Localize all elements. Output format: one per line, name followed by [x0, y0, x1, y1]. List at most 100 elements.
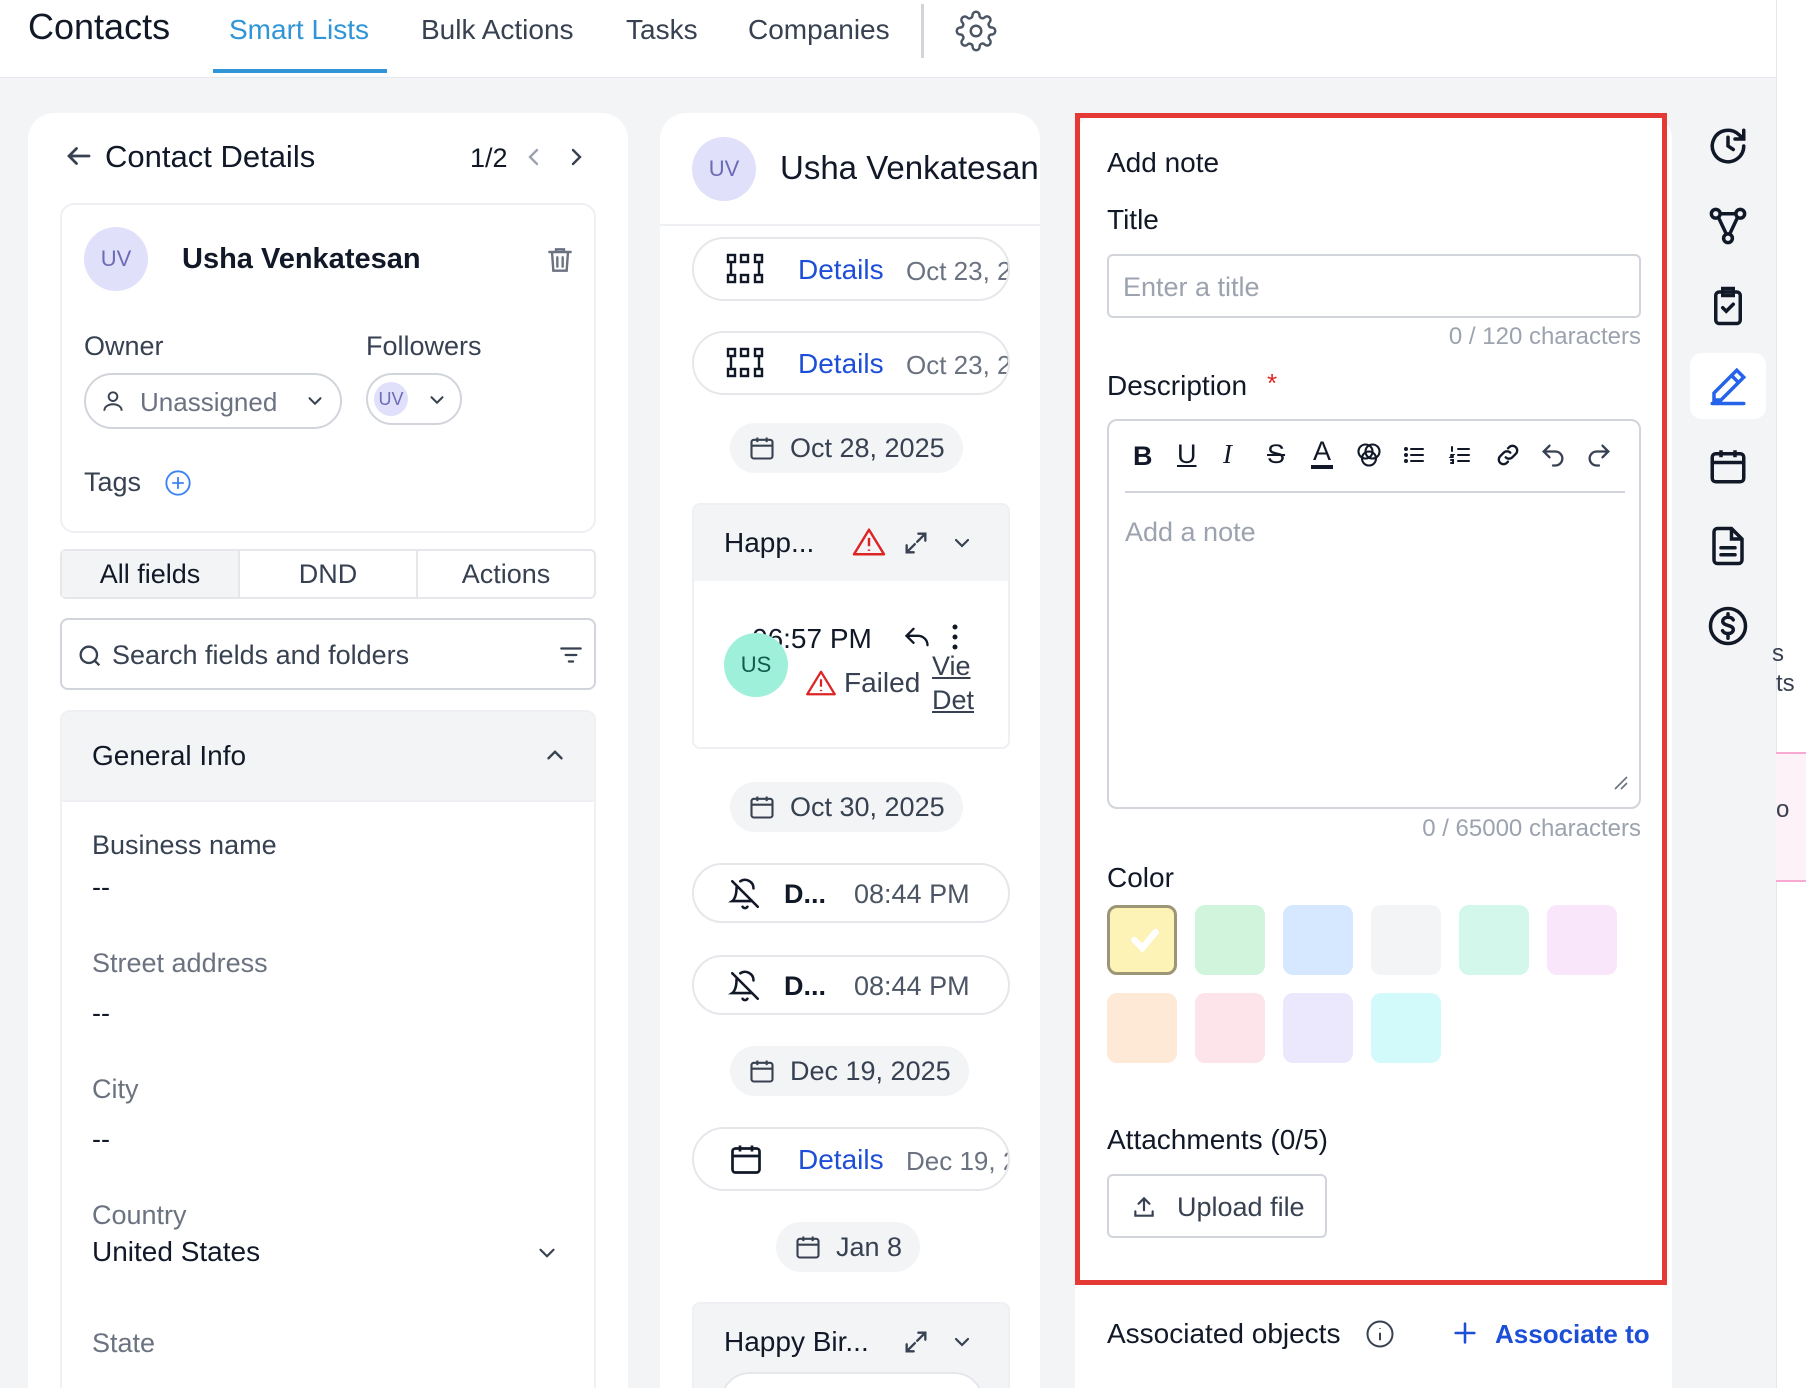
avatar: UV	[84, 227, 148, 291]
calendar-icon[interactable]	[1690, 433, 1766, 499]
reply-icon[interactable]	[902, 623, 932, 651]
chevron-left-icon[interactable]	[522, 145, 546, 169]
filter-icon[interactable]	[558, 642, 584, 668]
top-navigation: Contacts Smart Lists Bulk Actions Tasks …	[0, 0, 1776, 78]
email-subject: Happy Bir...	[724, 1326, 869, 1357]
avatar: UV	[692, 137, 756, 201]
timeline-item-dnd[interactable]: D... 08:44 PM	[692, 863, 1010, 923]
highlight-color-icon[interactable]	[1355, 441, 1383, 469]
pager-count: 1/2	[470, 143, 508, 173]
details-link[interactable]: Details	[798, 254, 884, 286]
field-label: Street address	[92, 948, 268, 978]
italic-icon[interactable]: I	[1223, 439, 1232, 470]
date-separator: Oct 28, 2025	[730, 423, 963, 473]
expand-icon[interactable]	[902, 1328, 930, 1356]
color-swatch[interactable]	[1283, 993, 1353, 1063]
calendar-icon	[728, 1141, 764, 1177]
document-icon[interactable]	[1690, 513, 1766, 579]
strikethrough-icon[interactable]: S	[1267, 439, 1285, 470]
timeline-item-details[interactable]: Details Oct 23, 2	[692, 331, 1010, 395]
segment-actions[interactable]: Actions	[416, 551, 594, 597]
color-swatch[interactable]	[1107, 905, 1177, 975]
description-label: Description	[1107, 370, 1248, 401]
text-color-icon[interactable]: A	[1311, 437, 1334, 469]
owner-label: Owner	[84, 331, 164, 361]
email-activity-card[interactable]: Happy Bir...	[692, 1302, 1010, 1388]
details-link[interactable]: Details	[798, 1144, 884, 1176]
upload-file-button[interactable]: Upload file	[1107, 1174, 1327, 1238]
workflow-grid-icon	[726, 347, 764, 379]
color-swatch[interactable]	[1547, 905, 1617, 975]
chevron-up-icon[interactable]	[542, 742, 568, 768]
plus-icon[interactable]	[1451, 1319, 1479, 1347]
color-swatch[interactable]	[1107, 993, 1177, 1063]
timeline-item-details[interactable]: Details Oct 23, 2	[692, 237, 1010, 301]
dollar-icon[interactable]	[1690, 593, 1766, 659]
back-arrow-icon[interactable]	[64, 141, 94, 171]
dnd-label: D...	[784, 971, 827, 1001]
description-char-counter: 0 / 65000 characters	[1422, 815, 1641, 842]
color-swatch[interactable]	[1195, 993, 1265, 1063]
associate-to-link[interactable]: Associate to	[1495, 1319, 1650, 1350]
view-details-link[interactable]: Det	[932, 685, 974, 716]
general-info-section: General Info Business name -- Street add…	[60, 710, 596, 1388]
owner-value: Unassigned	[140, 387, 278, 417]
search-fields-input[interactable]: Search fields and folders	[60, 618, 596, 690]
title-placeholder: Enter a title	[1123, 272, 1260, 302]
tab-smart-lists[interactable]: Smart Lists	[229, 14, 369, 46]
underline-icon[interactable]: U	[1177, 439, 1197, 470]
followers-select[interactable]: UV	[366, 373, 462, 425]
segment-all-fields[interactable]: All fields	[62, 551, 238, 597]
owner-select[interactable]: Unassigned	[84, 373, 342, 429]
email-subject: Happ...	[724, 527, 815, 558]
chevron-down-icon[interactable]	[534, 1240, 560, 1266]
email-preview-pill[interactable]	[720, 1372, 984, 1388]
trash-icon[interactable]	[544, 243, 576, 277]
country-select-value[interactable]: United States	[92, 1236, 260, 1268]
title-char-counter: 0 / 120 characters	[1448, 323, 1641, 350]
field-value[interactable]: --	[92, 998, 110, 1029]
timeline-item-details[interactable]: Details Dec 19, 2	[692, 1127, 1010, 1191]
bold-icon[interactable]: B	[1133, 441, 1153, 472]
add-tag-icon[interactable]	[164, 469, 192, 497]
upload-label: Upload file	[1177, 1192, 1305, 1222]
note-title-input[interactable]: Enter a title	[1107, 254, 1641, 318]
color-swatch[interactable]	[1371, 905, 1441, 975]
expand-icon[interactable]	[902, 529, 930, 557]
tab-tasks[interactable]: Tasks	[626, 14, 698, 46]
more-vertical-icon[interactable]	[950, 623, 960, 651]
undo-icon[interactable]	[1539, 441, 1567, 469]
clipboard-check-icon[interactable]	[1690, 273, 1766, 339]
pen-icon[interactable]	[1690, 353, 1766, 419]
link-icon[interactable]	[1493, 441, 1523, 469]
bullet-list-icon[interactable]	[1401, 443, 1427, 467]
color-swatch[interactable]	[1195, 905, 1265, 975]
workflow-icon[interactable]	[1690, 193, 1766, 259]
tab-companies[interactable]: Companies	[748, 14, 890, 46]
gear-icon[interactable]	[955, 10, 997, 52]
segment-dnd[interactable]: DND	[238, 551, 416, 597]
sender-avatar: US	[724, 633, 788, 697]
view-details-link[interactable]: Vie	[932, 651, 971, 682]
timeline-item-dnd[interactable]: D... 08:44 PM	[692, 955, 1010, 1015]
tab-bulk-actions[interactable]: Bulk Actions	[421, 14, 574, 46]
chevron-down-icon[interactable]	[950, 1330, 974, 1354]
history-icon[interactable]	[1690, 113, 1766, 179]
chevron-right-icon[interactable]	[564, 145, 588, 169]
workflow-grid-icon	[726, 253, 764, 285]
chevron-down-icon	[426, 389, 448, 411]
info-icon[interactable]	[1365, 1319, 1395, 1349]
app-title: Contacts	[28, 6, 171, 47]
color-swatch[interactable]	[1283, 905, 1353, 975]
chevron-down-icon[interactable]	[950, 531, 974, 555]
color-swatch[interactable]	[1371, 993, 1441, 1063]
description-editor[interactable]: B U I S A Add a note	[1107, 419, 1641, 809]
details-link[interactable]: Details	[798, 348, 884, 380]
resize-handle-icon[interactable]	[1611, 773, 1629, 791]
field-value[interactable]: --	[92, 872, 110, 903]
color-swatch[interactable]	[1459, 905, 1529, 975]
redo-icon[interactable]	[1585, 441, 1613, 469]
right-action-rail	[1690, 113, 1766, 713]
field-value[interactable]: --	[92, 1124, 110, 1155]
numbered-list-icon[interactable]	[1447, 443, 1473, 467]
